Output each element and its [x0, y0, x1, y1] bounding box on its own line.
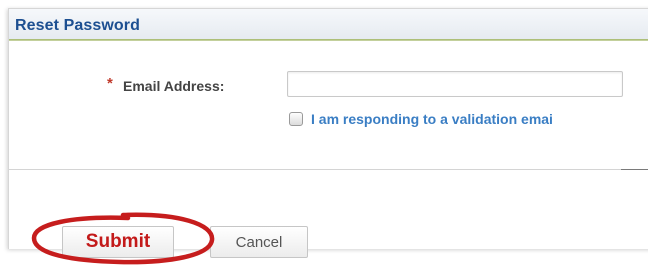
validation-checkbox[interactable]	[289, 112, 303, 126]
page-title: Reset Password	[15, 17, 141, 34]
form-divider-accent	[621, 169, 648, 170]
cancel-button[interactable]: Cancel	[210, 226, 308, 258]
reset-password-panel: Reset Password * Email Address: I am res…	[8, 8, 648, 249]
email-field-row: * Email Address:	[9, 71, 648, 103]
validation-checkbox-row[interactable]: I am responding to a validation emai	[289, 111, 648, 131]
email-label: Email Address:	[123, 78, 225, 94]
email-field[interactable]	[287, 71, 623, 97]
header-underline	[9, 39, 648, 41]
form-divider	[9, 169, 648, 170]
submit-button[interactable]: Submit	[62, 226, 174, 258]
validation-checkbox-label[interactable]: I am responding to a validation emai	[311, 111, 553, 127]
required-indicator: *	[107, 75, 113, 92]
panel-header: Reset Password	[9, 9, 648, 40]
